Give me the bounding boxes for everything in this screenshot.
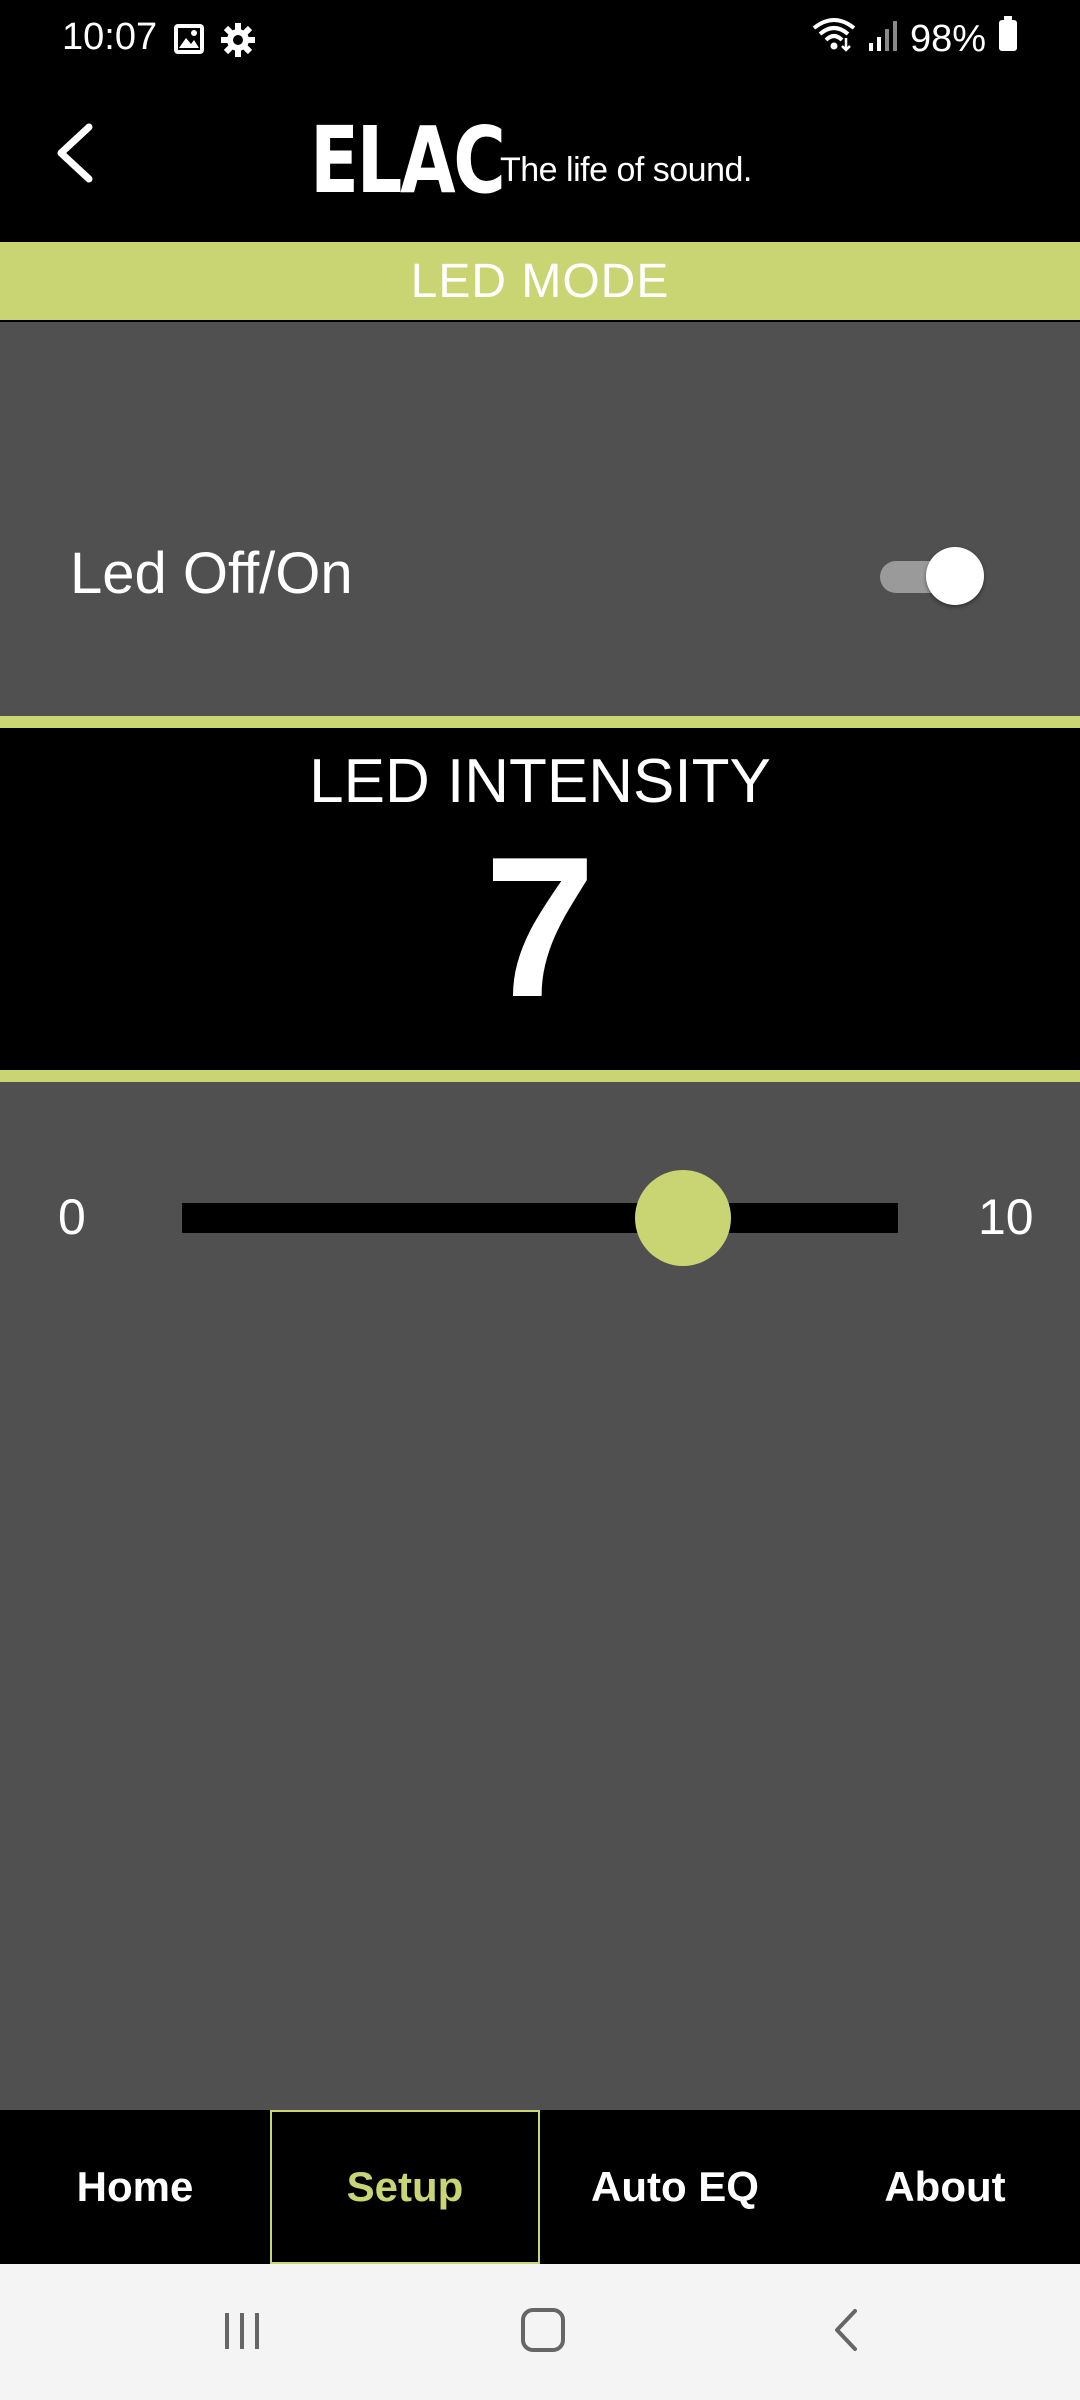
led-mode-title: LED MODE: [410, 254, 670, 308]
home-button[interactable]: [503, 2292, 583, 2372]
chevron-left-icon: [53, 121, 97, 190]
nav-auto-eq[interactable]: Auto EQ: [540, 2110, 810, 2264]
status-bar: 10:07 98%: [0, 0, 1080, 80]
led-intensity-title: LED INTENSITY: [309, 747, 771, 816]
led-mode-header: LED MODE: [0, 242, 1080, 320]
brand-logo: ELAC: [310, 107, 506, 214]
brand-tagline: The life of sound.: [500, 151, 752, 189]
wifi-icon: [812, 16, 856, 62]
back-button[interactable]: [40, 110, 110, 200]
gear-icon: [220, 22, 256, 63]
led-toggle-switch[interactable]: [880, 547, 984, 605]
app-header: ELAC The life of sound.: [0, 80, 1080, 242]
toggle-knob: [926, 547, 984, 605]
battery-percent: 98%: [909, 17, 986, 60]
status-right: 98%: [812, 16, 1018, 62]
intensity-slider[interactable]: [182, 1168, 898, 1268]
divider-top: [0, 716, 1080, 728]
slider-track: [182, 1203, 898, 1233]
nav-about[interactable]: About: [810, 2110, 1080, 2264]
bottom-nav: Home Setup Auto EQ About: [0, 2110, 1080, 2264]
home-icon: [518, 2305, 568, 2360]
brand: ELAC The life of sound.: [310, 107, 752, 214]
led-toggle-label: Led Off/On: [70, 541, 353, 606]
nav-home[interactable]: Home: [0, 2110, 270, 2264]
battery-icon: [998, 16, 1018, 62]
recent-apps-button[interactable]: [202, 2292, 282, 2372]
system-back-button[interactable]: [806, 2292, 886, 2372]
back-icon: [821, 2305, 871, 2360]
system-nav-bar: [0, 2264, 1080, 2400]
led-toggle-panel: Led Off/On: [0, 322, 1080, 716]
signal-icon: [868, 18, 898, 61]
slider-thumb[interactable]: [635, 1170, 732, 1266]
divider-bottom: [0, 1070, 1080, 1082]
recent-apps-icon: [217, 2305, 267, 2360]
slider-panel: 0 10: [0, 1082, 1080, 2110]
led-intensity-value: 7: [484, 816, 596, 1039]
status-time: 10:07: [62, 16, 158, 58]
image-icon: [172, 22, 206, 63]
slider-max-label: 10: [978, 1189, 1034, 1245]
slider-min-label: 0: [58, 1189, 86, 1245]
status-left-icons: [172, 22, 256, 63]
nav-setup[interactable]: Setup: [270, 2110, 540, 2264]
led-intensity-panel: LED INTENSITY 7: [0, 728, 1080, 1070]
